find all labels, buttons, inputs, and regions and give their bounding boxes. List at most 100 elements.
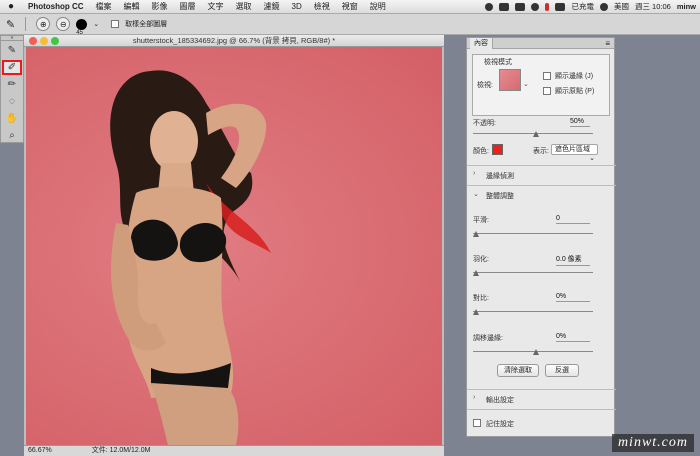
show-original-label: 顯示原點 (P) — [555, 88, 595, 95]
zoom-level[interactable]: 66.67% — [28, 446, 52, 456]
document-status-bar: 66.67% 文件: 12.0M/12.0M — [24, 445, 444, 456]
battery-icon[interactable] — [555, 2, 566, 11]
status-icon-3[interactable] — [515, 2, 526, 11]
menu-type[interactable]: 文字 — [202, 1, 230, 12]
color-label: 顏色: — [473, 148, 489, 155]
menu-bar: ● Photoshop CC 檔案 編輯 影像 圖層 文字 選取 濾鏡 3D 檢… — [0, 0, 700, 14]
chevron-down-icon[interactable]: ⌄ — [93, 20, 99, 28]
document-title-bar[interactable]: shutterstock_185334692.jpg @ 66.7% (背景 拷… — [24, 35, 444, 47]
status-area: 已充電 美國 週三 10:06 minw — [485, 1, 700, 12]
show-edge-checkbox[interactable] — [543, 72, 551, 80]
smooth-slider-thumb[interactable] — [473, 231, 479, 237]
display-label: 表示: — [533, 148, 549, 155]
contrast-slider-track[interactable] — [473, 311, 593, 312]
sample-all-layers-checkbox[interactable] — [111, 20, 120, 28]
show-original-checkbox[interactable] — [543, 87, 551, 95]
view-mode-chevron-icon[interactable]: ⌄ — [523, 80, 529, 88]
show-edge-label: 顯示邊緣 (J) — [555, 73, 594, 80]
smooth-value[interactable]: 0 — [556, 215, 590, 224]
brush-tool-icon[interactable]: ✏ — [2, 77, 22, 92]
tab-properties[interactable]: 內容 — [470, 37, 493, 49]
smooth-label: 平滑: — [473, 217, 489, 224]
shift-edge-slider-thumb[interactable] — [533, 349, 539, 355]
refine-edge-brush-tool-icon[interactable]: ✐ — [2, 60, 22, 75]
clear-selection-button[interactable]: 清除選取 — [497, 364, 539, 377]
invert-button[interactable]: 反選 — [545, 364, 579, 377]
global-refine-collapse-icon[interactable]: ⌄ — [473, 190, 479, 198]
menu-help[interactable]: 說明 — [364, 1, 392, 12]
shift-edge-value[interactable]: 0% — [556, 333, 590, 342]
panel-menu-icon[interactable]: ≡ — [605, 38, 614, 49]
contrast-slider-thumb[interactable] — [473, 309, 479, 315]
edge-detection-expand-icon[interactable]: › — [473, 170, 475, 177]
feather-value[interactable]: 0.0 像素 — [556, 254, 590, 266]
menu-window[interactable]: 視窗 — [336, 1, 364, 12]
input-locale[interactable]: 美國 — [614, 1, 629, 12]
zoom-tool-icon[interactable]: ⌕ — [2, 128, 22, 143]
output-settings-expand-icon[interactable]: › — [473, 394, 475, 401]
divider — [25, 17, 27, 31]
remember-settings-label: 記住設定 — [486, 421, 514, 428]
divider — [467, 409, 616, 410]
contrast-label: 對比: — [473, 295, 489, 302]
display-select[interactable]: 遮色片區域 ⌄ — [551, 144, 598, 162]
menu-select[interactable]: 選取 — [230, 1, 258, 12]
view-mode-title: 檢視模式 — [484, 59, 512, 66]
output-settings-label[interactable]: 輸出設定 — [486, 395, 514, 405]
image-canvas[interactable] — [26, 47, 442, 445]
document-window: shutterstock_185334692.jpg @ 66.7% (背景 拷… — [24, 35, 444, 456]
brush-add-icon[interactable]: ⊕ — [36, 17, 51, 31]
menu-image[interactable]: 影像 — [146, 1, 174, 12]
tool-panel-grip[interactable]: » — [1, 36, 23, 41]
smooth-slider-track[interactable] — [473, 233, 593, 234]
lasso-tool-icon[interactable]: ◌ — [2, 94, 22, 109]
feather-slider-thumb[interactable] — [473, 270, 479, 276]
hand-tool-icon[interactable]: ✋ — [2, 111, 22, 126]
record-icon[interactable] — [545, 2, 550, 11]
brush-subtract-icon[interactable]: ⊖ — [56, 17, 71, 31]
display-select-value: 遮色片區域 — [555, 146, 590, 153]
menu-edit[interactable]: 編輯 — [118, 1, 146, 12]
apple-menu-icon[interactable]: ● — [0, 1, 22, 12]
zoom-window-button[interactable] — [51, 37, 59, 45]
menu-layer[interactable]: 圖層 — [174, 1, 202, 12]
status-icon-2[interactable] — [499, 2, 510, 11]
options-bar: ✎ ⊕ ⊖ 45 ⌄ 取樣全部圖層 — [0, 14, 700, 36]
quick-selection-tool-icon[interactable]: ✎ — [2, 43, 22, 58]
view-mode-thumbnail[interactable] — [499, 69, 521, 91]
divider — [467, 389, 616, 390]
app-menu[interactable]: Photoshop CC — [22, 2, 90, 11]
wifi-icon[interactable] — [599, 2, 608, 11]
menu-file[interactable]: 檔案 — [90, 1, 118, 12]
file-size-info: 文件: 12.0M/12.0M — [91, 447, 151, 454]
status-icon-4[interactable] — [531, 2, 540, 11]
status-icon-1[interactable] — [485, 2, 494, 11]
user-name[interactable]: minw — [677, 2, 696, 11]
color-swatch[interactable] — [492, 144, 503, 155]
menu-3d[interactable]: 3D — [286, 2, 308, 11]
document-title: shutterstock_185334692.jpg @ 66.7% (背景 拷… — [132, 36, 336, 45]
edge-detection-label[interactable]: 邊緣偵測 — [486, 171, 514, 181]
shift-edge-label: 調移邊緣: — [473, 335, 503, 342]
battery-status[interactable]: 已充電 — [571, 1, 594, 12]
feather-slider-track[interactable] — [473, 272, 593, 273]
close-window-button[interactable] — [29, 37, 37, 45]
portrait-photo — [110, 70, 271, 445]
opacity-slider-thumb[interactable] — [533, 131, 539, 137]
sample-all-layers-label: 取樣全部圖層 — [125, 21, 168, 28]
menu-filter[interactable]: 濾鏡 — [258, 1, 286, 12]
opacity-label: 不透明: — [473, 120, 496, 127]
brush-tool-preset-icon[interactable]: ✎ — [6, 18, 15, 31]
brush-size-preview[interactable]: 45 — [76, 18, 88, 36]
remember-settings-checkbox[interactable] — [473, 419, 481, 427]
clock[interactable]: 週三 10:06 — [635, 1, 671, 12]
chevron-down-icon: ⌄ — [589, 155, 595, 162]
minimize-window-button[interactable] — [40, 37, 48, 45]
menu-view[interactable]: 檢視 — [308, 1, 336, 12]
view-label: 檢視: — [477, 82, 493, 89]
divider — [467, 165, 616, 166]
global-refine-label[interactable]: 整體調整 — [486, 191, 514, 201]
opacity-value[interactable]: 50% — [570, 118, 590, 127]
contrast-value[interactable]: 0% — [556, 293, 590, 302]
properties-panel: 內容 ≡ 檢視模式 檢視: ⌄ 顯示邊緣 (J) 顯示原點 (P) 不透明: 5… — [466, 37, 616, 437]
